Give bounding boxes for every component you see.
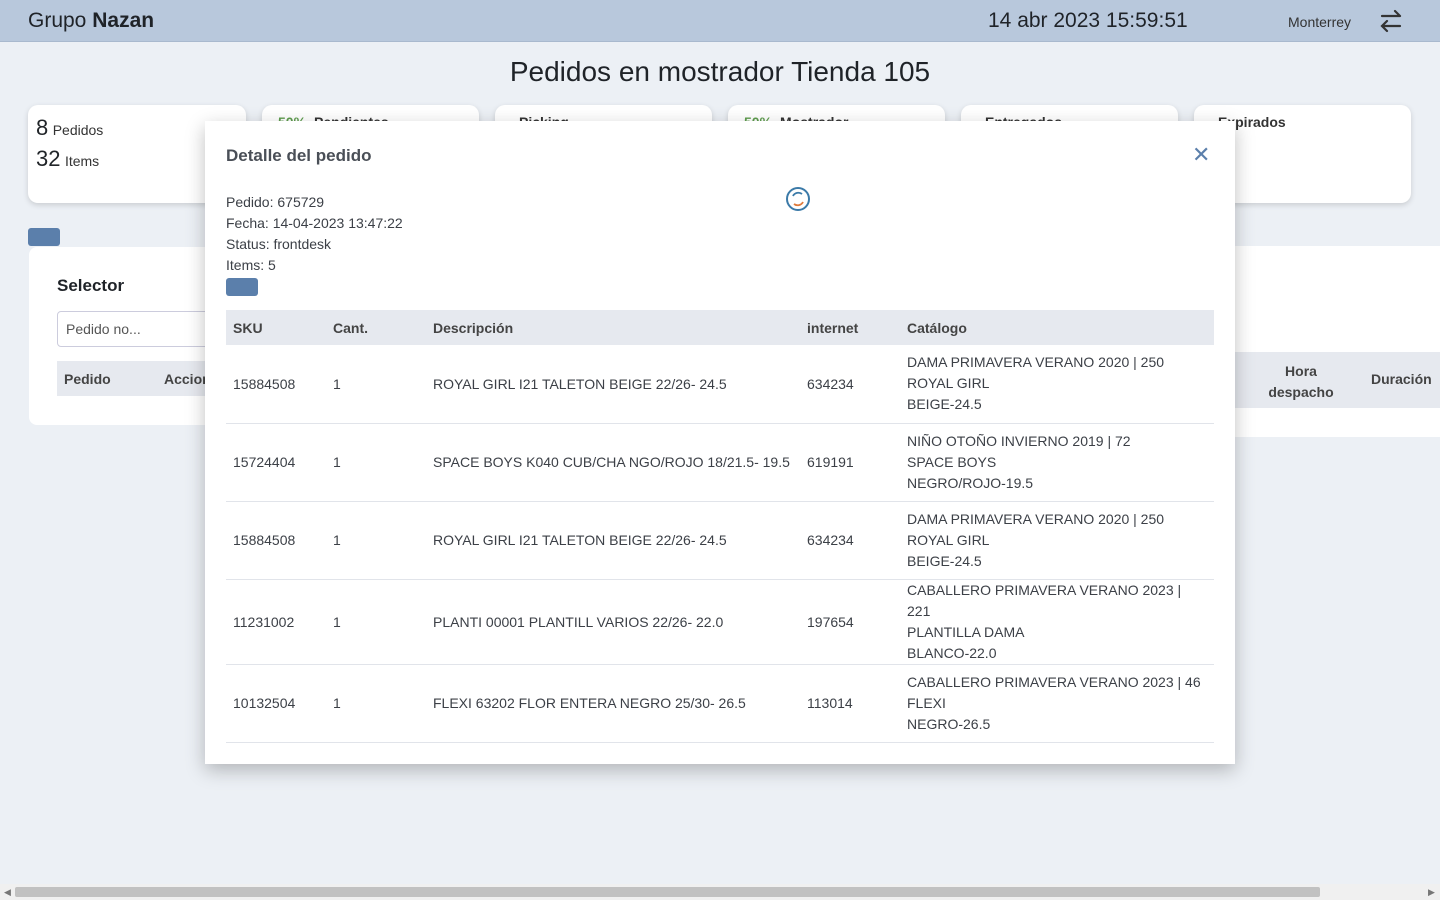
- cell-desc: SPACE BOYS K040 CUB/CHA NGO/ROJO 18/21.5…: [426, 423, 800, 502]
- cell-sku: 15884508: [226, 345, 326, 424]
- brand-logo: Grupo Nazan: [28, 9, 155, 32]
- col-cant: Cant.: [333, 319, 368, 336]
- cell-desc: ROYAL GIRL I21 TALETON BEIGE 22/26- 24.5: [426, 501, 800, 580]
- modal-action-button[interactable]: [226, 278, 258, 296]
- cell-desc: PLANTI 00001 PLANTILL VARIOS 22/26- 22.0: [426, 579, 800, 665]
- close-icon[interactable]: ✕: [1192, 144, 1210, 166]
- cell-sku: 15724404: [226, 423, 326, 502]
- cell-sku: 10132504: [226, 664, 326, 743]
- table-row: 15884508 1 ROYAL GIRL I21 TALETON BEIGE …: [226, 501, 1214, 580]
- cell-catalogo: CABALLERO PRIMAVERA VERANO 2023 | 221 PLA…: [900, 579, 1214, 665]
- cell-cant: 1: [326, 501, 426, 580]
- cell-cant: 1: [326, 345, 426, 424]
- scroll-left-arrow-icon[interactable]: ◀: [4, 887, 11, 898]
- orders-table-header: Pedido Acciones: [57, 361, 226, 396]
- datetime-display: 14 abr 2023 15:59:51: [988, 9, 1188, 32]
- cell-sku: 15884508: [226, 501, 326, 580]
- selector-title: Selector: [57, 276, 125, 295]
- cell-internet: 619191: [800, 423, 900, 502]
- city-label: Monterrey: [1288, 14, 1352, 30]
- table-row: 10132504 1 FLEXI 63202 FLOR ENTERA NEGRO…: [226, 664, 1214, 743]
- cell-catalogo: DAMA PRIMAVERA VERANO 2020 | 250 ROYAL GI…: [900, 345, 1214, 424]
- scroll-right-arrow-icon[interactable]: ▶: [1428, 887, 1435, 898]
- toolbar-button[interactable]: [28, 228, 60, 246]
- cell-sku: 11231002: [226, 579, 326, 665]
- order-search-input[interactable]: [57, 311, 217, 347]
- scrollbar-thumb[interactable]: [15, 887, 1320, 897]
- col-internet: internet: [807, 319, 859, 336]
- cell-catalogo: CABALLERO PRIMAVERA VERANO 2023 | 46 FLEX…: [900, 664, 1214, 743]
- cell-cant: 1: [326, 423, 426, 502]
- order-status: Status: frontdesk: [226, 236, 332, 252]
- table-header-row: SKU Cant. Descripción internet Catálogo: [226, 310, 1214, 345]
- cell-cant: 1: [326, 579, 426, 665]
- cell-internet: 634234: [800, 345, 900, 424]
- order-items-table: SKU Cant. Descripción internet Catálogo …: [226, 310, 1214, 743]
- cell-internet: 197654: [800, 579, 900, 665]
- order-items-count: Items: 5: [226, 257, 276, 273]
- order-date: Fecha: 14-04-2023 13:47:22: [226, 215, 403, 231]
- cell-desc: ROYAL GIRL I21 TALETON BEIGE 22/26- 24.5: [426, 345, 800, 424]
- horizontal-scrollbar[interactable]: ◀ ▶: [0, 884, 1440, 900]
- cell-internet: 634234: [800, 501, 900, 580]
- order-number: Pedido: 675729: [226, 194, 325, 210]
- cell-desc: FLEXI 63202 FLOR ENTERA NEGRO 25/30- 26.…: [426, 664, 800, 743]
- orders-table-header-right: Hora despacho Duración: [1235, 352, 1440, 408]
- cell-internet: 113014: [800, 664, 900, 743]
- orders-table-panel: [1235, 246, 1440, 437]
- cell-catalogo: NIÑO OTOÑO INVIERNO 2019 | 72 SPACE BOYS N…: [900, 423, 1214, 502]
- col-pedido: Pedido: [64, 371, 111, 387]
- order-detail-modal: Detalle del pedido ✕ Pedido: 675729 Fech…: [205, 121, 1235, 764]
- table-row: 15884508 1 ROYAL GIRL I21 TALETON BEIGE …: [226, 345, 1214, 424]
- col-hora-despacho: Hora despacho: [1268, 363, 1334, 400]
- page-title: Pedidos en mostrador Tienda 105: [509, 56, 931, 87]
- refresh-spinner-icon: [786, 187, 810, 211]
- pedidos-count: 8: [36, 115, 49, 140]
- col-sku: SKU: [233, 319, 263, 336]
- col-catalogo: Catálogo: [907, 319, 967, 336]
- table-row: 15724404 1 SPACE BOYS K040 CUB/CHA NGO/R…: [226, 423, 1214, 502]
- table-row: 11231002 1 PLANTI 00001 PLANTILL VARIOS …: [226, 579, 1214, 665]
- modal-title: Detalle del pedido: [226, 146, 372, 165]
- col-duracion: Duración: [1371, 371, 1432, 387]
- col-descripcion: Descripción: [433, 319, 514, 336]
- swap-arrows-icon[interactable]: [1378, 9, 1404, 33]
- top-bar: Grupo Nazan 14 abr 2023 15:59:51 Monterr…: [0, 0, 1440, 42]
- cell-catalogo: DAMA PRIMAVERA VERANO 2020 | 250 ROYAL GI…: [900, 501, 1214, 580]
- cell-cant: 1: [326, 664, 426, 743]
- items-label: Items: [64, 153, 100, 169]
- items-count: 32: [36, 146, 61, 171]
- pedidos-label: Pedidos: [52, 122, 104, 138]
